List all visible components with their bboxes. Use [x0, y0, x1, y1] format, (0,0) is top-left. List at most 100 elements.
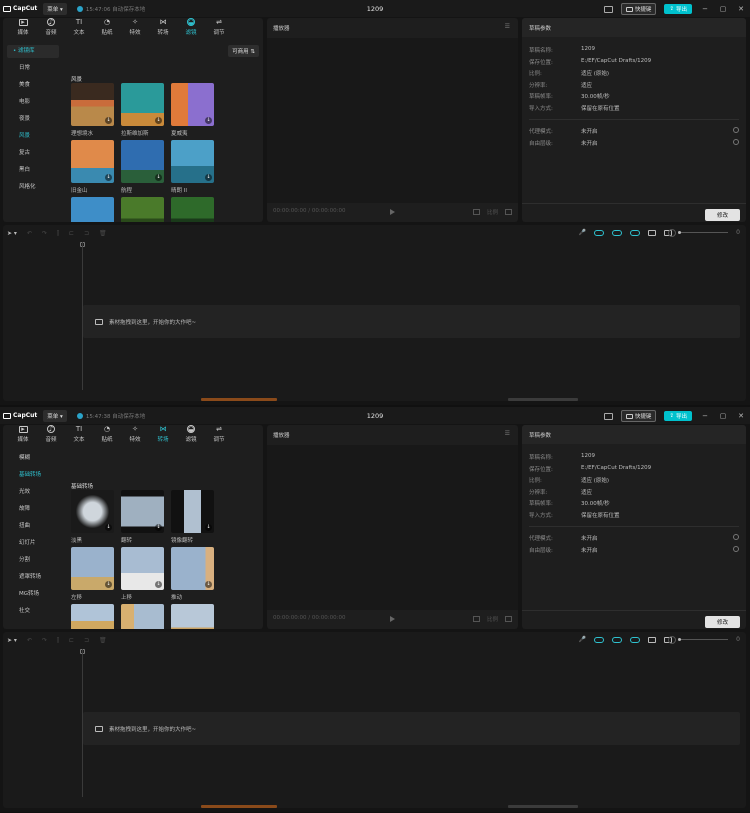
modify-button[interactable]: 修改	[704, 209, 740, 221]
main-track-magnet-icon[interactable]	[594, 229, 605, 236]
delete-icon[interactable]: 🗑	[99, 637, 107, 644]
link-icon[interactable]	[630, 636, 641, 643]
tab-filter[interactable]: ◒ 滤镜	[177, 18, 205, 38]
tab-media[interactable]: ▸ 媒体	[9, 18, 37, 38]
timeline-scrollbar-track[interactable]	[508, 805, 578, 808]
download-icon[interactable]: ↓	[155, 117, 162, 124]
timeline-scrollbar-thumb[interactable]	[201, 398, 277, 401]
sidebar-item[interactable]: • 滤镜库	[7, 45, 59, 58]
resource-item[interactable]	[121, 197, 164, 222]
zoom-knob[interactable]	[678, 231, 682, 234]
preview-axis-icon[interactable]	[648, 229, 657, 236]
download-icon[interactable]: ↓	[155, 174, 162, 181]
resource-thumbnail[interactable]: ↓	[171, 490, 214, 533]
resource-item[interactable]: ↓右移	[121, 604, 164, 629]
resource-thumbnail[interactable]: ↓	[171, 604, 214, 629]
shortcut-button[interactable]: 快捷键	[620, 410, 657, 422]
menu-button[interactable]: 菜单 ▾	[43, 409, 67, 422]
shortcut-button[interactable]: 快捷键	[620, 3, 657, 15]
tab-text[interactable]: TI 文本	[65, 18, 93, 38]
sidebar-item[interactable]: 故障	[3, 501, 63, 518]
resource-item[interactable]: ↓ 推动	[171, 547, 214, 601]
timeline-scrollbar-thumb[interactable]	[201, 805, 277, 808]
resource-thumbnail[interactable]: ↓	[171, 83, 214, 126]
tab-adjust[interactable]: ⇌ 调节	[205, 425, 233, 445]
resource-thumbnail[interactable]: ↓	[71, 83, 114, 126]
sidebar-item[interactable]: 美食	[3, 77, 63, 94]
split-left-icon[interactable]: ⊏	[69, 230, 74, 237]
split-icon[interactable]: ⫿	[57, 230, 59, 238]
resource-thumbnail[interactable]: ↓	[121, 604, 164, 629]
resource-thumbnail[interactable]: ↓	[71, 547, 114, 590]
resource-thumbnail[interactable]: ↓	[71, 490, 114, 533]
resource-item[interactable]	[71, 197, 114, 222]
download-icon[interactable]: ↓	[105, 117, 112, 124]
sidebar-item[interactable]: 遮罩转场	[3, 569, 63, 586]
resource-item[interactable]: ↓下移	[71, 604, 114, 629]
info-icon[interactable]	[733, 534, 739, 540]
auto-snap-icon[interactable]	[612, 636, 623, 643]
modify-button[interactable]: 修改	[704, 616, 740, 628]
tab-audio[interactable]: ♪ 音频	[37, 425, 65, 445]
download-icon[interactable]: ↓	[105, 524, 112, 531]
tab-audio[interactable]: ♪ 音频	[37, 18, 65, 38]
select-tool-icon[interactable]: ➤ ▾	[7, 637, 17, 644]
tab-transition[interactable]: ⋈ 转场	[149, 425, 177, 445]
layout-icon[interactable]	[603, 5, 613, 13]
player-menu-icon[interactable]: ☰	[505, 430, 510, 437]
media-drop-zone[interactable]: 素材拖拽到这里，开始你的大作吧~	[83, 305, 740, 338]
maximize-icon[interactable]: ▢	[718, 412, 728, 420]
sidebar-item[interactable]: 夜景	[3, 111, 63, 128]
ratio-button[interactable]: 比例	[487, 208, 498, 216]
resource-item[interactable]: ↓横向拉幕	[171, 604, 214, 629]
main-track-magnet-icon[interactable]	[594, 636, 605, 643]
resource-thumbnail[interactable]: ↓	[71, 604, 114, 629]
fit-screen-icon[interactable]	[472, 209, 480, 215]
resource-thumbnail[interactable]: ↓	[121, 83, 164, 126]
tab-effects[interactable]: ✧ 特效	[121, 425, 149, 445]
resource-thumbnail[interactable]: ↓	[71, 140, 114, 183]
sidebar-item[interactable]: 复古	[3, 145, 63, 162]
maximize-icon[interactable]: ▢	[718, 5, 728, 13]
auto-snap-icon[interactable]	[612, 229, 623, 236]
sidebar-item[interactable]: 光效	[3, 484, 63, 501]
resource-item[interactable]: ↓ 淡黑	[71, 490, 114, 544]
resource-item[interactable]: ↓ 理想境水	[71, 83, 114, 137]
export-button[interactable]: ⇪ 导出	[664, 4, 692, 14]
resource-item[interactable]	[171, 197, 214, 222]
fullscreen-icon[interactable]	[505, 209, 512, 215]
minimize-icon[interactable]: −	[700, 5, 710, 13]
resource-item[interactable]: ↓ 夏威夷	[171, 83, 214, 137]
sidebar-item[interactable]: 电影	[3, 94, 63, 111]
tab-filter[interactable]: ◒ 滤镜	[177, 425, 205, 445]
download-icon[interactable]: ↓	[155, 524, 162, 531]
resource-thumbnail[interactable]	[171, 197, 214, 222]
download-icon[interactable]: ↓	[205, 117, 212, 124]
undo-icon[interactable]: ↶	[27, 230, 32, 237]
microphone-icon[interactable]: 🎤	[579, 636, 586, 643]
resource-item[interactable]: ↓ 晴朗 II	[171, 140, 214, 194]
resource-item[interactable]: ↓ 航程	[121, 140, 164, 194]
download-icon[interactable]: ↓	[205, 581, 212, 588]
close-icon[interactable]: ✕	[736, 412, 746, 420]
resource-item[interactable]: ↓ 镜像翻转	[171, 490, 214, 544]
split-left-icon[interactable]: ⊏	[69, 637, 74, 644]
ratio-button[interactable]: 比例	[487, 615, 498, 623]
split-right-icon[interactable]: ⊐	[84, 230, 89, 237]
microphone-icon[interactable]: 🎤	[579, 229, 586, 236]
sidebar-item[interactable]: 日常	[3, 60, 63, 77]
tab-adjust[interactable]: ⇌ 调节	[205, 18, 233, 38]
resource-thumbnail[interactable]: ↓	[121, 140, 164, 183]
resource-thumbnail[interactable]	[71, 197, 114, 222]
sidebar-item[interactable]: 基础转场	[3, 467, 63, 484]
layout-icon[interactable]	[603, 412, 613, 420]
tab-media[interactable]: ▸ 媒体	[9, 425, 37, 445]
play-icon[interactable]	[390, 209, 395, 215]
export-button[interactable]: ⇪ 导出	[664, 411, 692, 421]
zoom-slider[interactable]	[668, 229, 729, 237]
resource-item[interactable]: ↓ 翻转	[121, 490, 164, 544]
sidebar-item[interactable]: 社交	[3, 603, 63, 620]
tab-text[interactable]: TI 文本	[65, 425, 93, 445]
info-icon[interactable]	[733, 546, 739, 552]
info-icon[interactable]	[733, 139, 739, 145]
